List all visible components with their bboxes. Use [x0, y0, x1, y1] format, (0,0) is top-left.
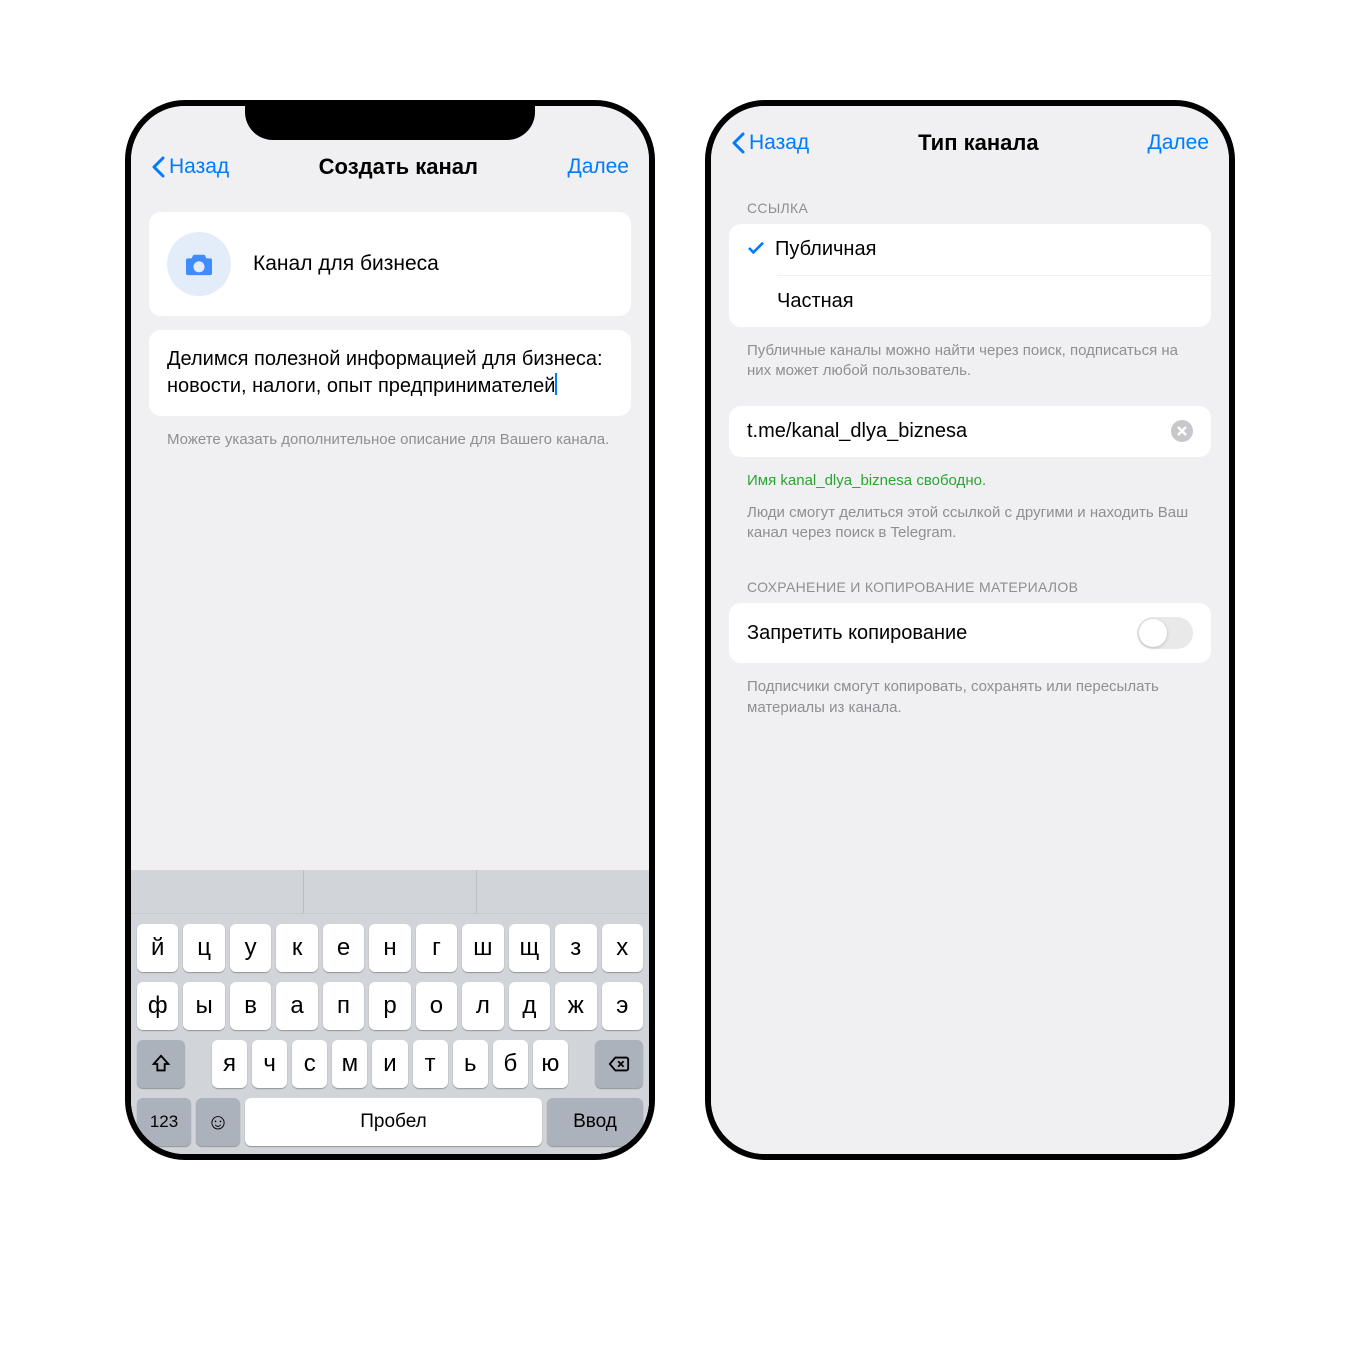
- chevron-left-icon: [731, 132, 745, 154]
- key-е[interactable]: е: [323, 924, 364, 972]
- check-icon: [747, 238, 775, 261]
- option-private-label: Частная: [777, 290, 854, 313]
- key-д[interactable]: д: [509, 982, 550, 1030]
- key-а[interactable]: а: [276, 982, 317, 1030]
- copy-section-label: СОХРАНЕНИЕ И КОПИРОВАНИЕ МАТЕРИАЛОВ: [729, 579, 1211, 603]
- back-label: Назад: [749, 131, 809, 155]
- key-и[interactable]: и: [372, 1040, 407, 1088]
- key-я[interactable]: я: [212, 1040, 247, 1088]
- key-х[interactable]: х: [602, 924, 643, 972]
- key-к[interactable]: к: [276, 924, 317, 972]
- option-public-label: Публичная: [775, 238, 876, 261]
- key-б[interactable]: б: [493, 1040, 528, 1088]
- key-л[interactable]: л: [462, 982, 503, 1030]
- key-ы[interactable]: ы: [183, 982, 224, 1030]
- key-п[interactable]: п: [323, 982, 364, 1030]
- chevron-left-icon: [151, 156, 165, 178]
- back-button[interactable]: Назад: [731, 131, 809, 155]
- key-г[interactable]: г: [416, 924, 457, 972]
- keyboard-autocorrect-bar: [131, 870, 649, 914]
- key-э[interactable]: э: [602, 982, 643, 1030]
- key-м[interactable]: м: [332, 1040, 367, 1088]
- camera-icon: [184, 251, 214, 277]
- key-ж[interactable]: ж: [555, 982, 596, 1030]
- back-button[interactable]: Назад: [151, 155, 229, 179]
- key-р[interactable]: р: [369, 982, 410, 1030]
- set-photo-button[interactable]: [167, 232, 231, 296]
- emoji-key[interactable]: ☺: [196, 1098, 240, 1146]
- keyboard-row-1: йцукенгшщзх: [137, 924, 643, 972]
- navbar: Назад Тип канала Далее: [711, 106, 1229, 168]
- key-ф[interactable]: ф: [137, 982, 178, 1030]
- phone-create-channel: Назад Создать канал Далее Канал для бизн…: [125, 100, 655, 1160]
- backspace-key[interactable]: [595, 1040, 643, 1088]
- key-в[interactable]: в: [230, 982, 271, 1030]
- key-й[interactable]: й: [137, 924, 178, 972]
- clear-button[interactable]: [1171, 420, 1193, 442]
- link-input-card: t.me/kanal_dlya_biznesa: [729, 406, 1211, 457]
- next-button[interactable]: Далее: [1147, 131, 1209, 155]
- page-title: Создать канал: [319, 154, 478, 180]
- key-н[interactable]: н: [369, 924, 410, 972]
- description-card[interactable]: Делимся полезной информацией для бизнеса…: [149, 330, 631, 416]
- back-label: Назад: [169, 155, 229, 179]
- next-button[interactable]: Далее: [567, 155, 629, 179]
- link-availability: Имя kanal_dlya_biznesa свободно.: [729, 471, 1211, 491]
- visibility-hint: Публичные каналы можно найти через поиск…: [729, 341, 1211, 382]
- link-hint: Люди смогут делиться этой ссылкой с друг…: [729, 503, 1211, 544]
- key-ч[interactable]: ч: [252, 1040, 287, 1088]
- key-о[interactable]: о: [416, 982, 457, 1030]
- navbar: Назад Создать канал Далее: [131, 106, 649, 192]
- link-section-label: ССЫЛКА: [729, 200, 1211, 224]
- keyboard-row-3-letters: ячсмитьбю: [190, 1040, 590, 1088]
- link-input[interactable]: t.me/kanal_dlya_biznesa: [747, 420, 1171, 443]
- key-с[interactable]: с: [292, 1040, 327, 1088]
- text-cursor: [555, 373, 557, 395]
- key-т[interactable]: т: [413, 1040, 448, 1088]
- close-icon: [1177, 426, 1187, 436]
- enter-key[interactable]: Ввод: [547, 1098, 643, 1146]
- channel-name-card: Канал для бизнеса: [149, 212, 631, 316]
- phone-channel-type: Назад Тип канала Далее ССЫЛКА Публичная …: [705, 100, 1235, 1160]
- forbid-copy-row: Запретить копирование: [729, 603, 1211, 663]
- key-щ[interactable]: щ: [509, 924, 550, 972]
- keyboard-row-3: ячсмитьбю: [137, 1040, 643, 1088]
- numeric-key[interactable]: 123: [137, 1098, 191, 1146]
- key-ь[interactable]: ь: [453, 1040, 488, 1088]
- copy-hint: Подписчики смогут копировать, сохранять …: [729, 677, 1211, 718]
- shift-key[interactable]: [137, 1040, 185, 1088]
- page-title: Тип канала: [918, 130, 1039, 156]
- key-ю[interactable]: ю: [533, 1040, 568, 1088]
- channel-name-input[interactable]: Канал для бизнеса: [253, 252, 439, 276]
- option-public[interactable]: Публичная: [729, 224, 1211, 275]
- forbid-copy-label: Запретить копирование: [747, 622, 967, 645]
- keyboard-row-2: фывапролджэ: [137, 982, 643, 1030]
- key-з[interactable]: з: [555, 924, 596, 972]
- space-key[interactable]: Пробел: [245, 1098, 542, 1146]
- description-hint: Можете указать дополнительное описание д…: [149, 430, 631, 450]
- visibility-card: Публичная Частная: [729, 224, 1211, 327]
- forbid-copy-toggle[interactable]: [1137, 617, 1193, 649]
- keyboard: йцукенгшщзх фывапролджэ ячсмитьбю 123 ☺ …: [131, 870, 649, 1154]
- description-input[interactable]: Делимся полезной информацией для бизнеса…: [167, 348, 603, 397]
- key-ц[interactable]: ц: [183, 924, 224, 972]
- option-private[interactable]: Частная: [777, 275, 1211, 327]
- key-ш[interactable]: ш: [462, 924, 503, 972]
- key-у[interactable]: у: [230, 924, 271, 972]
